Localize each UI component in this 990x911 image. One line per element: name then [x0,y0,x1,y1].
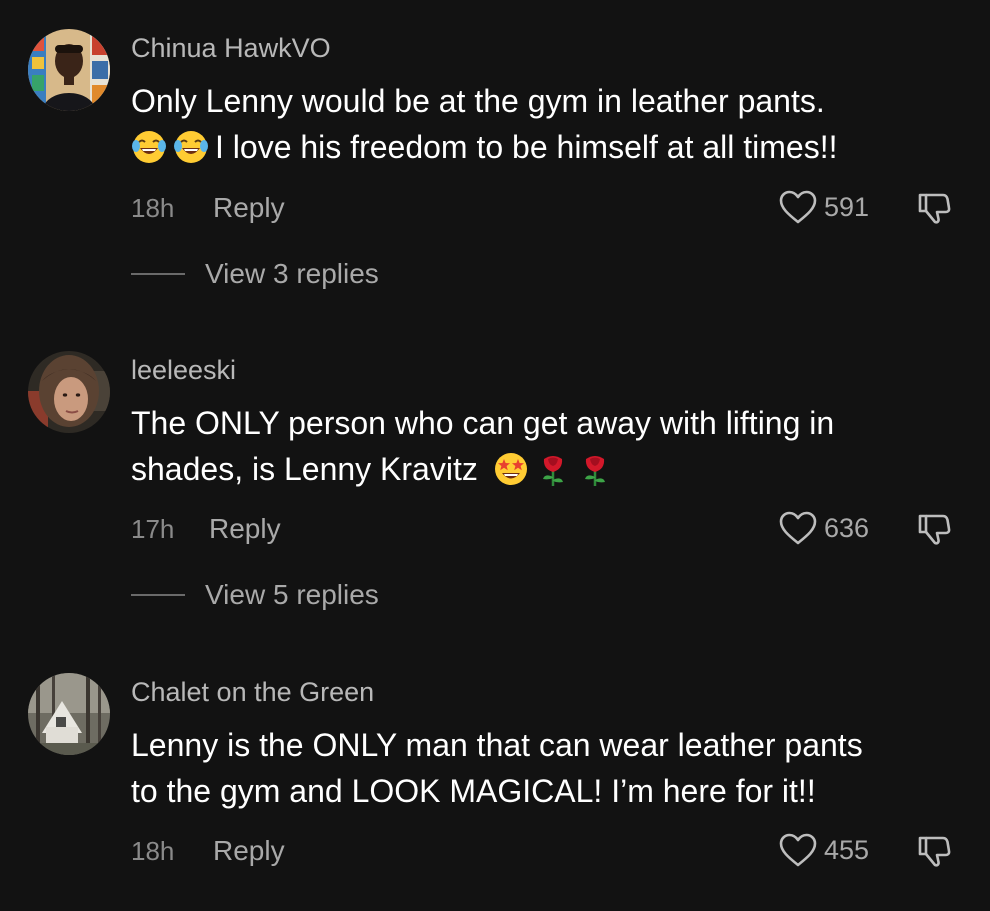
avatar-photo-icon [28,673,110,755]
heart-outline-icon [779,511,817,545]
comment-text-line: shades, is Lenny Kravitz [131,446,971,492]
dislike-button[interactable] [915,189,953,227]
comment-text-segment: shades, is Lenny Kravitz [131,451,478,487]
view-replies-label: View 5 replies [205,579,379,610]
comment-username[interactable]: Chalet on the Green [131,677,374,708]
view-replies-button[interactable]: View 3 replies [131,258,379,290]
like-count: 636 [824,512,870,543]
comment-timestamp: 18h [131,193,175,223]
star-struck-emoji [493,451,529,487]
avatar[interactable] [28,673,110,755]
divider-line [131,594,185,596]
like-button[interactable]: 591 [778,189,869,225]
reply-button[interactable]: Reply [209,513,281,545]
thumbs-down-icon [918,193,951,224]
comment-text: The ONLY person who can get away with li… [131,400,971,492]
rose-emoji [577,451,613,487]
dislike-button[interactable] [915,510,953,548]
like-count: 591 [824,191,870,222]
rose-emoji [535,451,571,487]
thumbs-down-icon [918,836,951,867]
heart-outline-icon [779,190,817,224]
view-replies-label: View 3 replies [205,258,379,289]
face-with-tears-of-joy-emoji [131,129,167,165]
comment-timestamp: 17h [131,514,175,544]
dislike-button[interactable] [915,832,953,870]
reply-button[interactable]: Reply [213,835,285,867]
comment-text: Only Lenny would be at the gym in leathe… [131,78,971,170]
avatar-photo-icon [28,351,110,433]
like-count: 455 [824,834,870,865]
reply-button[interactable]: Reply [213,192,285,224]
view-replies-button[interactable]: View 5 replies [131,579,379,611]
comment-text-line: The ONLY person who can get away with li… [131,405,835,441]
comment-text-line: to the gym and LOOK MAGICAL! I’m here fo… [131,773,816,809]
comment-text: Lenny is the ONLY man that can wear leat… [131,722,971,814]
comment-text-line: I love his freedom to be himself at all … [131,124,971,170]
comment-timestamp: 18h [131,836,175,866]
avatar-photo-icon [28,29,110,111]
comment-text-line: Only Lenny would be at the gym in leathe… [131,83,825,119]
comment-text-line: Lenny is the ONLY man that can wear leat… [131,727,863,763]
avatar[interactable] [28,29,110,111]
face-with-tears-of-joy-emoji [173,129,209,165]
avatar[interactable] [28,351,110,433]
divider-line [131,273,185,275]
like-button[interactable]: 636 [778,510,869,546]
like-button[interactable]: 455 [778,832,869,868]
thumbs-down-icon [918,514,951,545]
comment-text-segment: I love his freedom to be himself at all … [215,129,838,165]
heart-outline-icon [779,833,817,867]
comment-username[interactable]: leeleeski [131,355,236,386]
comment-username[interactable]: Chinua HawkVO [131,33,331,64]
